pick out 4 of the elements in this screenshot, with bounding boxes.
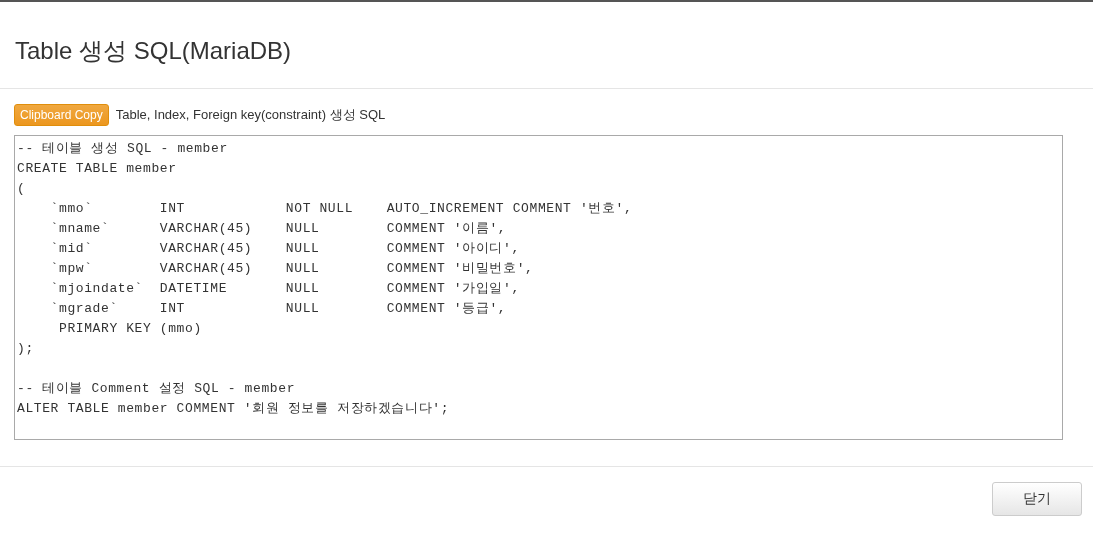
sql-text-area[interactable]: -- 테이블 생성 SQL - member CREATE TABLE member ( `mmo` INT NOT NULL AUTO_INCREMENT COMMENT '번호', `mname` VARCHAR(45) NULL COMMENT '이름', `mid` VARCHAR(45) NULL COMMENT '아이디', `mpw` VARCHAR(45) NULL COMMENT '비밀번호', `mjoindate` DATETIME NULL COMMENT '가입일', `mgrade` INT NULL COMMENT '등급', PRIMARY KEY (mmo) ); -- 테이블 Comment 설정 SQL - member ALTER TABLE member COMMENT '회원 정보를 저장하겠습니다'; — [14, 135, 1063, 440]
dialog-title: Table 생성 SQL(MariaDB) — [15, 36, 292, 66]
description-text: Table, Index, Foreign key(constraint) 생성 SQL — [115, 106, 386, 124]
close-button[interactable]: 닫기 — [992, 482, 1082, 516]
